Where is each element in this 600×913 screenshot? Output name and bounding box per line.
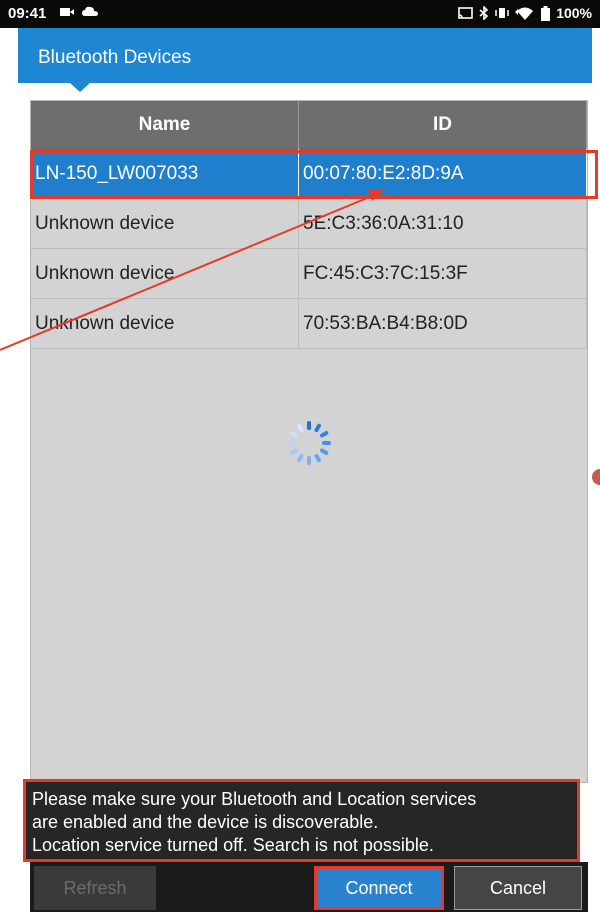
- message-line: Location service turned off. Search is n…: [32, 835, 434, 855]
- battery-level: 100%: [556, 5, 592, 21]
- bluetooth-icon: [479, 6, 489, 20]
- device-table: Name ID LN-150_LW007033 00:07:80:E2:8D:9…: [31, 101, 587, 349]
- wifi-icon: [515, 7, 534, 20]
- dialog-title-bar: Bluetooth Devices: [18, 28, 592, 92]
- camera-icon: [60, 7, 74, 16]
- spinner-icon: [287, 421, 331, 465]
- app-screen: 09:41 100% Bluetooth Devices Name ID LN-…: [0, 0, 600, 913]
- status-right-icons: 100%: [458, 5, 592, 21]
- edge-handle: [592, 469, 600, 485]
- cloud-icon: [82, 6, 98, 16]
- column-header-name[interactable]: Name: [31, 101, 299, 149]
- connect-button[interactable]: Connect: [314, 866, 444, 910]
- device-name: LN-150_LW007033: [31, 149, 299, 198]
- table-row[interactable]: Unknown device FC:45:C3:7C:15:3F: [31, 249, 587, 299]
- table-header: Name ID: [31, 101, 587, 149]
- title-caret: [70, 83, 90, 92]
- device-name: Unknown device: [31, 299, 299, 348]
- device-id: 00:07:80:E2:8D:9A: [299, 149, 587, 198]
- cast-icon: [458, 6, 473, 19]
- cancel-button[interactable]: Cancel: [454, 866, 582, 910]
- table-row[interactable]: Unknown device 70:53:BA:B4:B8:0D: [31, 299, 587, 349]
- status-bar: 09:41 100%: [0, 0, 600, 28]
- message-line: Please make sure your Bluetooth and Loca…: [32, 789, 477, 809]
- refresh-button[interactable]: Refresh: [34, 866, 156, 910]
- device-name: Unknown device: [31, 199, 299, 248]
- column-header-id[interactable]: ID: [299, 101, 587, 149]
- device-list-panel: Name ID LN-150_LW007033 00:07:80:E2:8D:9…: [30, 100, 588, 783]
- table-row-selected[interactable]: LN-150_LW007033 00:07:80:E2:8D:9A: [31, 149, 587, 199]
- status-message-box: Please make sure your Bluetooth and Loca…: [23, 779, 580, 862]
- vibrate-icon: [495, 8, 509, 18]
- button-bar: Refresh Connect Cancel: [30, 862, 588, 912]
- status-time: 09:41: [8, 5, 47, 22]
- device-name: Unknown device: [31, 249, 299, 298]
- device-id: FC:45:C3:7C:15:3F: [299, 249, 587, 298]
- device-id: 70:53:BA:B4:B8:0D: [299, 299, 587, 348]
- status-left-icons: [60, 6, 98, 17]
- device-id: 5E:C3:36:0A:31:10: [299, 199, 587, 248]
- message-line: are enabled and the device is discoverab…: [32, 812, 379, 832]
- battery-icon: [541, 5, 551, 21]
- dialog-title: Bluetooth Devices: [38, 47, 192, 68]
- table-row[interactable]: Unknown device 5E:C3:36:0A:31:10: [31, 199, 587, 249]
